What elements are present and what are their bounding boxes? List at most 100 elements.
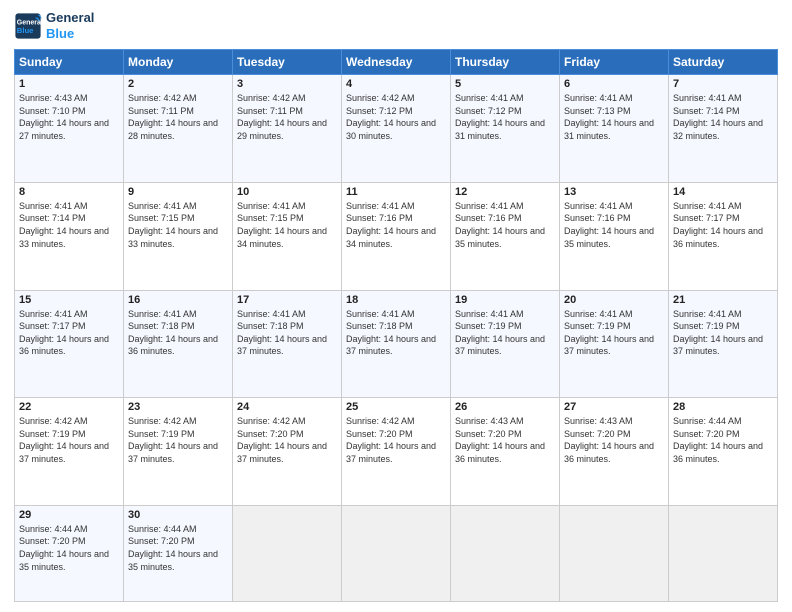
day-header-tuesday: Tuesday <box>233 50 342 75</box>
day-info: Sunrise: 4:41 AM Sunset: 7:19 PM Dayligh… <box>455 308 555 358</box>
day-header-wednesday: Wednesday <box>342 50 451 75</box>
calendar-cell: 23 Sunrise: 4:42 AM Sunset: 7:19 PM Dayl… <box>124 398 233 506</box>
calendar-cell: 1 Sunrise: 4:43 AM Sunset: 7:10 PM Dayli… <box>15 75 124 183</box>
day-number: 14 <box>673 186 773 198</box>
calendar-cell: 25 Sunrise: 4:42 AM Sunset: 7:20 PM Dayl… <box>342 398 451 506</box>
calendar-week-2: 8 Sunrise: 4:41 AM Sunset: 7:14 PM Dayli… <box>15 182 778 290</box>
page: General Blue General Blue SundayMondayTu… <box>0 0 792 612</box>
day-number: 5 <box>455 78 555 90</box>
calendar-cell <box>451 505 560 601</box>
day-info: Sunrise: 4:42 AM Sunset: 7:12 PM Dayligh… <box>346 92 446 142</box>
day-info: Sunrise: 4:41 AM Sunset: 7:18 PM Dayligh… <box>346 308 446 358</box>
day-header-sunday: Sunday <box>15 50 124 75</box>
calendar-cell: 14 Sunrise: 4:41 AM Sunset: 7:17 PM Dayl… <box>669 182 778 290</box>
day-info: Sunrise: 4:43 AM Sunset: 7:20 PM Dayligh… <box>564 415 664 465</box>
day-info: Sunrise: 4:41 AM Sunset: 7:16 PM Dayligh… <box>455 200 555 250</box>
logo: General Blue General Blue <box>14 10 94 41</box>
calendar-cell: 19 Sunrise: 4:41 AM Sunset: 7:19 PM Dayl… <box>451 290 560 398</box>
calendar-cell: 2 Sunrise: 4:42 AM Sunset: 7:11 PM Dayli… <box>124 75 233 183</box>
calendar-cell: 7 Sunrise: 4:41 AM Sunset: 7:14 PM Dayli… <box>669 75 778 183</box>
day-info: Sunrise: 4:41 AM Sunset: 7:12 PM Dayligh… <box>455 92 555 142</box>
day-number: 19 <box>455 294 555 306</box>
day-info: Sunrise: 4:41 AM Sunset: 7:17 PM Dayligh… <box>19 308 119 358</box>
day-header-thursday: Thursday <box>451 50 560 75</box>
day-number: 13 <box>564 186 664 198</box>
calendar-cell <box>669 505 778 601</box>
day-info: Sunrise: 4:41 AM Sunset: 7:18 PM Dayligh… <box>128 308 228 358</box>
day-info: Sunrise: 4:41 AM Sunset: 7:15 PM Dayligh… <box>237 200 337 250</box>
day-info: Sunrise: 4:42 AM Sunset: 7:20 PM Dayligh… <box>346 415 446 465</box>
calendar-cell: 20 Sunrise: 4:41 AM Sunset: 7:19 PM Dayl… <box>560 290 669 398</box>
day-number: 30 <box>128 509 228 521</box>
calendar-cell: 5 Sunrise: 4:41 AM Sunset: 7:12 PM Dayli… <box>451 75 560 183</box>
calendar-cell: 13 Sunrise: 4:41 AM Sunset: 7:16 PM Dayl… <box>560 182 669 290</box>
calendar-cell: 29 Sunrise: 4:44 AM Sunset: 7:20 PM Dayl… <box>15 505 124 601</box>
day-number: 12 <box>455 186 555 198</box>
day-info: Sunrise: 4:42 AM Sunset: 7:19 PM Dayligh… <box>19 415 119 465</box>
day-number: 4 <box>346 78 446 90</box>
calendar-cell: 6 Sunrise: 4:41 AM Sunset: 7:13 PM Dayli… <box>560 75 669 183</box>
calendar-cell: 21 Sunrise: 4:41 AM Sunset: 7:19 PM Dayl… <box>669 290 778 398</box>
calendar-cell <box>233 505 342 601</box>
logo-text: General Blue <box>46 10 94 41</box>
day-info: Sunrise: 4:41 AM Sunset: 7:19 PM Dayligh… <box>564 308 664 358</box>
calendar-cell: 24 Sunrise: 4:42 AM Sunset: 7:20 PM Dayl… <box>233 398 342 506</box>
calendar-cell <box>560 505 669 601</box>
day-info: Sunrise: 4:44 AM Sunset: 7:20 PM Dayligh… <box>128 523 228 573</box>
day-number: 26 <box>455 401 555 413</box>
day-number: 24 <box>237 401 337 413</box>
day-number: 16 <box>128 294 228 306</box>
calendar-cell: 27 Sunrise: 4:43 AM Sunset: 7:20 PM Dayl… <box>560 398 669 506</box>
day-number: 6 <box>564 78 664 90</box>
day-number: 27 <box>564 401 664 413</box>
logo-icon: General Blue <box>14 12 42 40</box>
day-info: Sunrise: 4:42 AM Sunset: 7:11 PM Dayligh… <box>237 92 337 142</box>
day-info: Sunrise: 4:42 AM Sunset: 7:19 PM Dayligh… <box>128 415 228 465</box>
calendar-table: SundayMondayTuesdayWednesdayThursdayFrid… <box>14 49 778 602</box>
calendar-cell: 28 Sunrise: 4:44 AM Sunset: 7:20 PM Dayl… <box>669 398 778 506</box>
calendar-cell: 3 Sunrise: 4:42 AM Sunset: 7:11 PM Dayli… <box>233 75 342 183</box>
calendar-cell: 17 Sunrise: 4:41 AM Sunset: 7:18 PM Dayl… <box>233 290 342 398</box>
calendar-cell: 22 Sunrise: 4:42 AM Sunset: 7:19 PM Dayl… <box>15 398 124 506</box>
day-info: Sunrise: 4:41 AM Sunset: 7:18 PM Dayligh… <box>237 308 337 358</box>
day-header-monday: Monday <box>124 50 233 75</box>
day-info: Sunrise: 4:41 AM Sunset: 7:13 PM Dayligh… <box>564 92 664 142</box>
calendar-week-4: 22 Sunrise: 4:42 AM Sunset: 7:19 PM Dayl… <box>15 398 778 506</box>
day-info: Sunrise: 4:41 AM Sunset: 7:17 PM Dayligh… <box>673 200 773 250</box>
calendar-cell: 10 Sunrise: 4:41 AM Sunset: 7:15 PM Dayl… <box>233 182 342 290</box>
calendar-cell: 8 Sunrise: 4:41 AM Sunset: 7:14 PM Dayli… <box>15 182 124 290</box>
calendar-body: 1 Sunrise: 4:43 AM Sunset: 7:10 PM Dayli… <box>15 75 778 602</box>
day-number: 9 <box>128 186 228 198</box>
day-header-friday: Friday <box>560 50 669 75</box>
day-info: Sunrise: 4:41 AM Sunset: 7:16 PM Dayligh… <box>564 200 664 250</box>
day-info: Sunrise: 4:41 AM Sunset: 7:14 PM Dayligh… <box>673 92 773 142</box>
day-info: Sunrise: 4:44 AM Sunset: 7:20 PM Dayligh… <box>673 415 773 465</box>
day-number: 20 <box>564 294 664 306</box>
day-number: 8 <box>19 186 119 198</box>
calendar-cell: 16 Sunrise: 4:41 AM Sunset: 7:18 PM Dayl… <box>124 290 233 398</box>
calendar-cell <box>342 505 451 601</box>
day-number: 15 <box>19 294 119 306</box>
calendar-cell: 26 Sunrise: 4:43 AM Sunset: 7:20 PM Dayl… <box>451 398 560 506</box>
day-info: Sunrise: 4:41 AM Sunset: 7:14 PM Dayligh… <box>19 200 119 250</box>
day-number: 23 <box>128 401 228 413</box>
calendar-cell: 4 Sunrise: 4:42 AM Sunset: 7:12 PM Dayli… <box>342 75 451 183</box>
day-number: 29 <box>19 509 119 521</box>
calendar-cell: 30 Sunrise: 4:44 AM Sunset: 7:20 PM Dayl… <box>124 505 233 601</box>
day-number: 11 <box>346 186 446 198</box>
day-number: 3 <box>237 78 337 90</box>
day-number: 10 <box>237 186 337 198</box>
day-number: 21 <box>673 294 773 306</box>
header: General Blue General Blue <box>14 10 778 41</box>
day-number: 1 <box>19 78 119 90</box>
day-number: 25 <box>346 401 446 413</box>
calendar-week-5: 29 Sunrise: 4:44 AM Sunset: 7:20 PM Dayl… <box>15 505 778 601</box>
day-info: Sunrise: 4:42 AM Sunset: 7:11 PM Dayligh… <box>128 92 228 142</box>
day-number: 22 <box>19 401 119 413</box>
calendar-cell: 15 Sunrise: 4:41 AM Sunset: 7:17 PM Dayl… <box>15 290 124 398</box>
day-number: 7 <box>673 78 773 90</box>
calendar-cell: 12 Sunrise: 4:41 AM Sunset: 7:16 PM Dayl… <box>451 182 560 290</box>
day-info: Sunrise: 4:44 AM Sunset: 7:20 PM Dayligh… <box>19 523 119 573</box>
calendar-cell: 18 Sunrise: 4:41 AM Sunset: 7:18 PM Dayl… <box>342 290 451 398</box>
day-number: 17 <box>237 294 337 306</box>
